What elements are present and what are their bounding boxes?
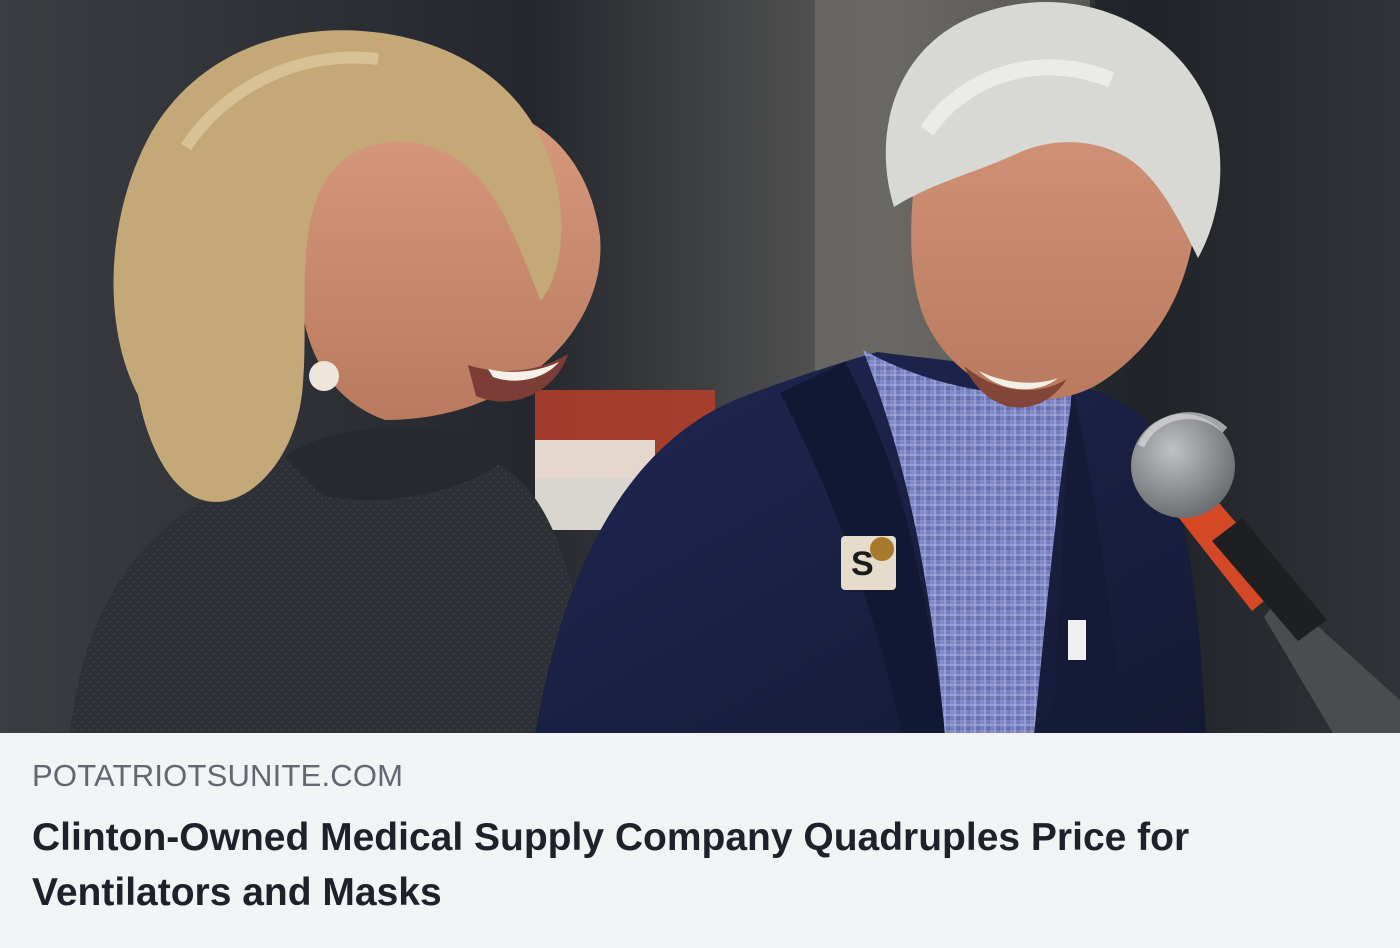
photo-icon: S bbox=[0, 0, 1400, 733]
link-preview-text[interactable]: POTATRIOTSUNITE.COM Clinton-Owned Medica… bbox=[0, 733, 1400, 948]
article-headline[interactable]: Clinton-Owned Medical Supply Company Qua… bbox=[32, 810, 1372, 920]
shared-link-card[interactable]: S POTATRIOTSUNITE.COM Clinton-Owned Medi… bbox=[0, 0, 1400, 948]
article-thumbnail[interactable]: S bbox=[0, 0, 1400, 733]
source-domain[interactable]: POTATRIOTSUNITE.COM bbox=[32, 758, 1368, 794]
